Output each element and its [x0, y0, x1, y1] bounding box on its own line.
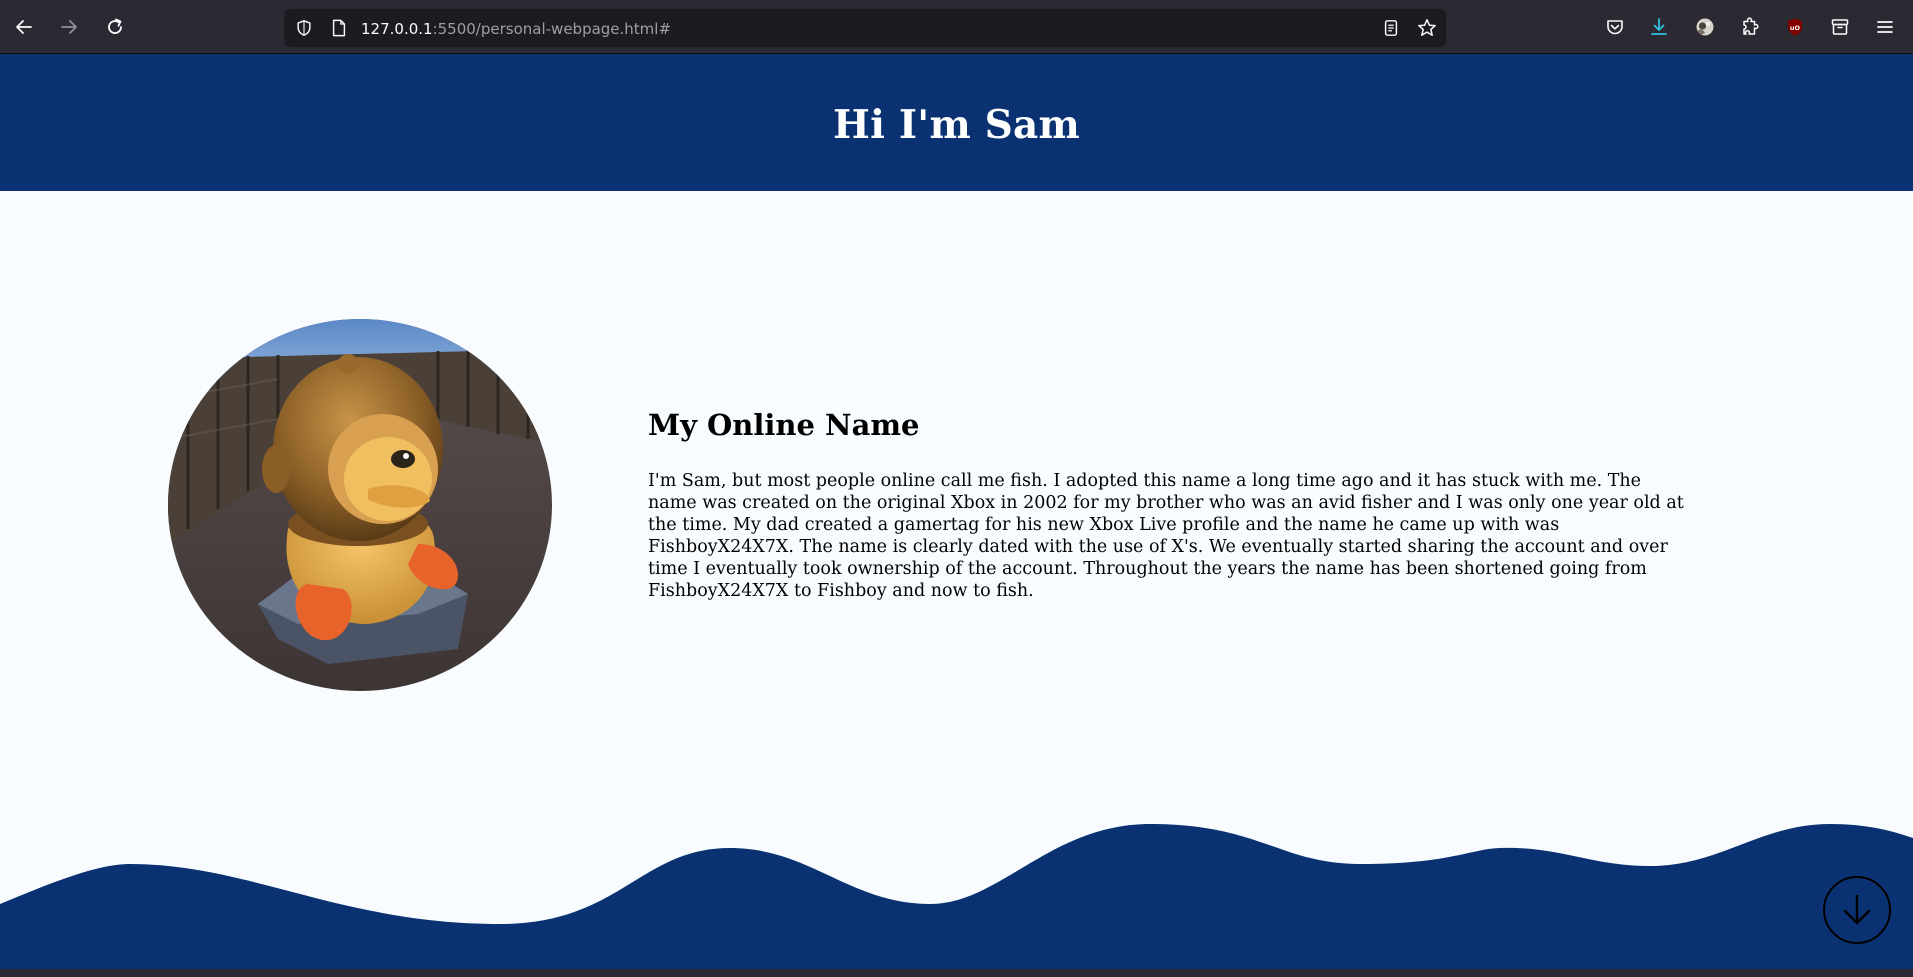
hamburger-menu-icon — [1877, 21, 1893, 33]
url-path: :5500/personal-webpage.html# — [432, 20, 672, 38]
star-icon[interactable] — [1417, 18, 1437, 38]
scroll-down-button[interactable] — [1823, 876, 1891, 944]
pocket-icon — [1607, 20, 1623, 35]
reader-view-icon[interactable] — [1381, 18, 1401, 38]
browser-toolbar: 127.0.0.1:5500/personal-webpage.html# uO — [0, 0, 1913, 54]
download-icon — [1651, 18, 1667, 35]
reload-button[interactable] — [99, 11, 131, 43]
ublock-button[interactable]: uO — [1779, 11, 1811, 43]
url-host: 127.0.0.1 — [361, 20, 433, 38]
containers-icon — [1831, 19, 1849, 35]
extensions-button[interactable] — [1734, 11, 1766, 43]
ublock-icon: uO — [1788, 18, 1802, 36]
puzzle-icon — [1743, 17, 1759, 35]
reload-icon — [108, 18, 122, 34]
avatar-icon — [1696, 18, 1714, 36]
svg-text:uO: uO — [1790, 24, 1801, 32]
shield-icon[interactable] — [294, 18, 314, 38]
about-paragraph: I'm Sam, but most people online call me … — [648, 471, 1684, 601]
url-text[interactable]: 127.0.0.1:5500/personal-webpage.html# — [361, 19, 671, 39]
duck-toy-image — [168, 319, 552, 691]
page-icon[interactable] — [329, 18, 349, 38]
containers-button[interactable] — [1824, 11, 1856, 43]
pocket-button[interactable] — [1599, 11, 1631, 43]
url-bar[interactable]: 127.0.0.1:5500/personal-webpage.html# — [284, 9, 1446, 47]
back-button[interactable] — [8, 11, 40, 43]
arrow-down-icon — [1843, 894, 1871, 925]
site-header: Hi I'm Sam — [0, 54, 1913, 191]
page-title: Hi I'm Sam — [833, 101, 1080, 148]
wave-footer — [0, 824, 1913, 969]
section-heading: My Online Name — [648, 408, 920, 442]
account-button[interactable] — [1689, 11, 1721, 43]
arrow-left-icon — [16, 20, 32, 34]
forward-button[interactable] — [53, 11, 85, 43]
taskbar-strip — [0, 969, 1913, 977]
downloads-button[interactable] — [1643, 11, 1675, 43]
menu-button[interactable] — [1869, 11, 1901, 43]
arrow-right-icon — [61, 20, 77, 34]
page-content: Hi I'm Sam My Online Name I'm Sam, but m… — [0, 54, 1913, 969]
profile-photo — [168, 319, 552, 691]
